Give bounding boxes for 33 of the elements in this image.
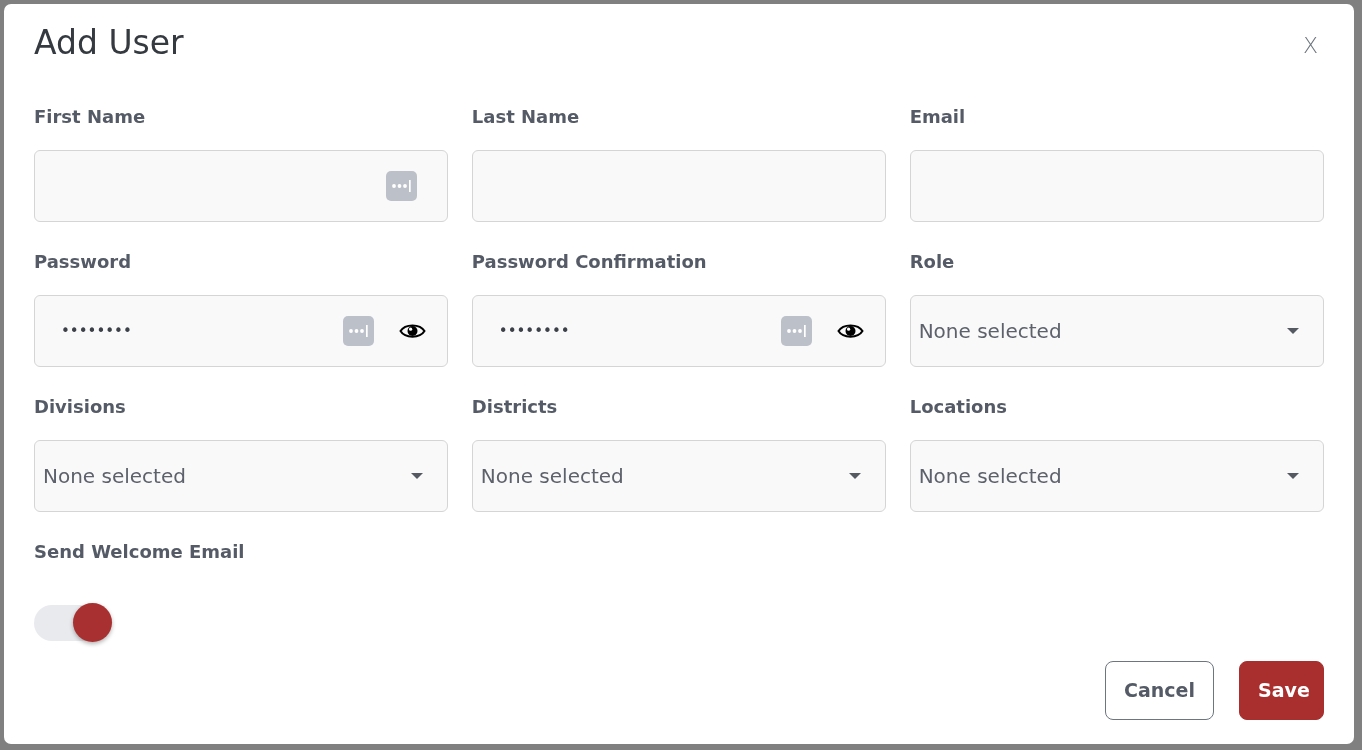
caret-icon [411,473,424,479]
field-label: First Name [34,105,146,129]
dropdown-field[interactable]: None selected [909,295,1324,367]
dropdown-field[interactable]: None selected [34,440,449,512]
save-button[interactable]: Save [1239,661,1324,720]
password-dots-icon[interactable] [781,316,813,346]
field-label: Locations [909,395,1007,419]
field-label: Districts [471,395,558,419]
toggle-switch[interactable] [34,603,112,643]
close-button[interactable]: X [1296,32,1324,60]
password-dots-icon[interactable] [343,316,375,346]
cancel-button[interactable]: Cancel [1105,661,1214,720]
field-label: Divisions [34,395,126,419]
text-field[interactable] [471,150,887,222]
eye-icon[interactable] [837,322,865,340]
password-field[interactable]: •••••••• [471,295,887,367]
field-label: Password Confirmation [471,250,707,274]
dropdown-field[interactable]: None selected [909,440,1324,512]
text-field[interactable] [909,150,1324,222]
field-label: Email [909,105,966,129]
eye-icon[interactable] [399,322,427,340]
caret-icon [849,473,862,479]
dialog-title: Add User [34,23,184,63]
field-label: Role [909,250,955,274]
field-label: Send Welcome Email [34,540,245,564]
field-label: Last Name [471,105,580,129]
password-field[interactable]: •••••••• [34,295,449,367]
dropdown-field[interactable]: None selected [471,440,887,512]
caret-icon [1287,328,1299,334]
text-field[interactable] [34,150,449,222]
caret-icon [1287,473,1299,479]
password-dots-icon[interactable] [386,171,418,201]
field-label: Password [34,250,132,274]
